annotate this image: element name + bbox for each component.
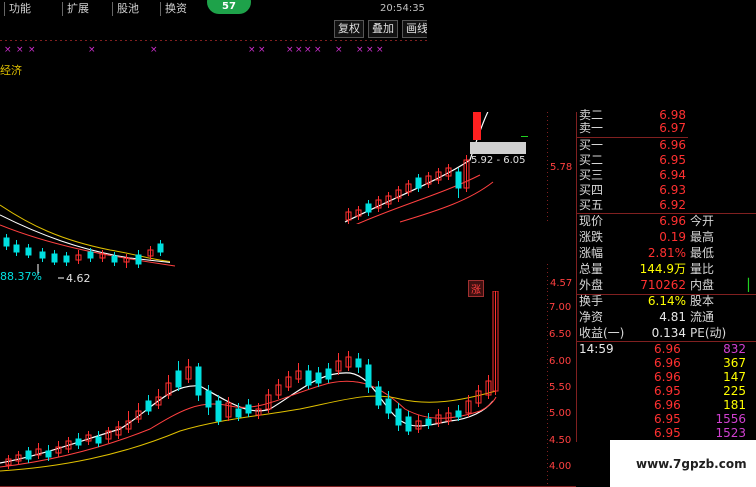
candle-body [455, 171, 462, 189]
signal-marker: × [356, 45, 364, 55]
candle-body [325, 368, 332, 380]
annotation-percent: 88.37% [0, 270, 42, 283]
watermark-box: www.7gpzb.com [610, 440, 756, 487]
candle-body [195, 366, 202, 396]
candle-body [455, 410, 462, 418]
tick-row: 6.96 181 [654, 398, 746, 412]
axis-label-4-50: 4.50 [549, 435, 572, 446]
signal-marker: × [4, 45, 12, 55]
candle-body [75, 438, 82, 446]
bid-row: 买三 6.94 [579, 168, 686, 182]
candle-body [245, 404, 252, 414]
candle-body [51, 253, 58, 263]
candle-body [205, 390, 212, 408]
tick-row: 6.95 1523 [654, 426, 746, 440]
stat-row: 外盘 710262 内盘 ▏ [579, 278, 756, 292]
stat-row: 总量 144.9万 量比 [579, 262, 715, 276]
signal-marker: × [150, 45, 158, 55]
candle-body [355, 358, 362, 368]
signal-marker: × [335, 45, 343, 55]
candle-body [3, 237, 10, 247]
candle-body [13, 244, 20, 253]
axis-label-4-00: 4.00 [549, 461, 572, 472]
candle-body [135, 254, 142, 265]
candle-body [95, 436, 102, 444]
stat-row: 换手 6.14% 股本 [579, 294, 715, 308]
candle-body [157, 243, 164, 253]
signal-marker: × [248, 45, 256, 55]
signal-marker: × [376, 45, 384, 55]
tick-row: 6.96 147 [654, 370, 746, 384]
candle-body [375, 386, 382, 406]
signal-marker: × [304, 45, 312, 55]
candle-body [175, 370, 182, 388]
bid-row: 买四 6.93 [579, 183, 686, 197]
axis-label-5-50: 5.50 [549, 382, 572, 393]
signal-marker: × [16, 45, 24, 55]
quote-panel: 卖二 6.98 卖一 6.97 买一 6.96 买二 6.95 买三 6.94 … [576, 108, 756, 442]
axis-label-6-50: 6.50 [549, 329, 572, 340]
stat-row: 涨跌 0.19 最高 [579, 230, 715, 244]
candle-body [87, 251, 94, 259]
candle-body [385, 398, 392, 414]
stat-row: 现价 6.96 今开 [579, 214, 715, 228]
signal-marker: × [28, 45, 36, 55]
signal-marker: × [366, 45, 374, 55]
signal-marker: × [295, 45, 303, 55]
stat-row: 收益(一) 0.134 PE(动) [579, 326, 727, 340]
signal-marker: × [286, 45, 294, 55]
stat-row: 涨幅 2.81% 最低 [579, 246, 715, 260]
indicator-label: 经济 [0, 64, 22, 77]
inner-marker: ▏ [748, 278, 756, 292]
candle-body [305, 370, 312, 386]
candle-body [315, 372, 322, 384]
axis-label-6-00: 6.00 [549, 356, 572, 367]
candle-body [63, 255, 70, 263]
tick-row: 6.95 1556 [654, 412, 746, 426]
bid-row: 买五 6.92 [579, 198, 686, 212]
annotation-low: 4.62 [66, 272, 91, 285]
candle-body [111, 255, 118, 263]
candle-body [415, 177, 422, 189]
candle-body [365, 203, 372, 213]
range-label: 5.92 - 6.05 [471, 155, 526, 166]
candle-body [25, 247, 32, 256]
signal-marker: × [314, 45, 322, 55]
candle-body [45, 450, 52, 458]
stat-row: 净资 4.81 流通 [579, 310, 715, 324]
signal-marker: × [88, 45, 96, 55]
occlusion-mask [427, 0, 756, 112]
candle-body [395, 408, 402, 426]
axis-label-7-00: 7.00 [549, 302, 572, 313]
candle-body [405, 416, 412, 432]
bid-row: 买一 6.96 [579, 138, 686, 152]
occlusion-mask [170, 224, 576, 264]
axis-label-5-00: 5.00 [549, 408, 572, 419]
candle-body [365, 364, 372, 388]
tick-row: 6.96 367 [654, 356, 746, 370]
bid-row: 买二 6.95 [579, 153, 686, 167]
candle-body [25, 450, 32, 460]
lower-kline-chart [0, 291, 576, 487]
candle-body [39, 251, 46, 259]
ask-row: 卖一 6.97 [579, 121, 686, 135]
candle-body [425, 418, 432, 426]
tick-row: 6.95 225 [654, 384, 746, 398]
axis-label-lower: 4.57 [550, 278, 573, 289]
candle-body [235, 408, 242, 418]
tick-row: 14:59 6.96 832 [579, 342, 746, 356]
candle-body [215, 400, 222, 422]
axis-label-upper: 5.78 [550, 162, 573, 173]
watermark-text: www.7gpzb.com [636, 457, 747, 471]
candle-body [145, 400, 152, 412]
signal-marker: × [258, 45, 266, 55]
